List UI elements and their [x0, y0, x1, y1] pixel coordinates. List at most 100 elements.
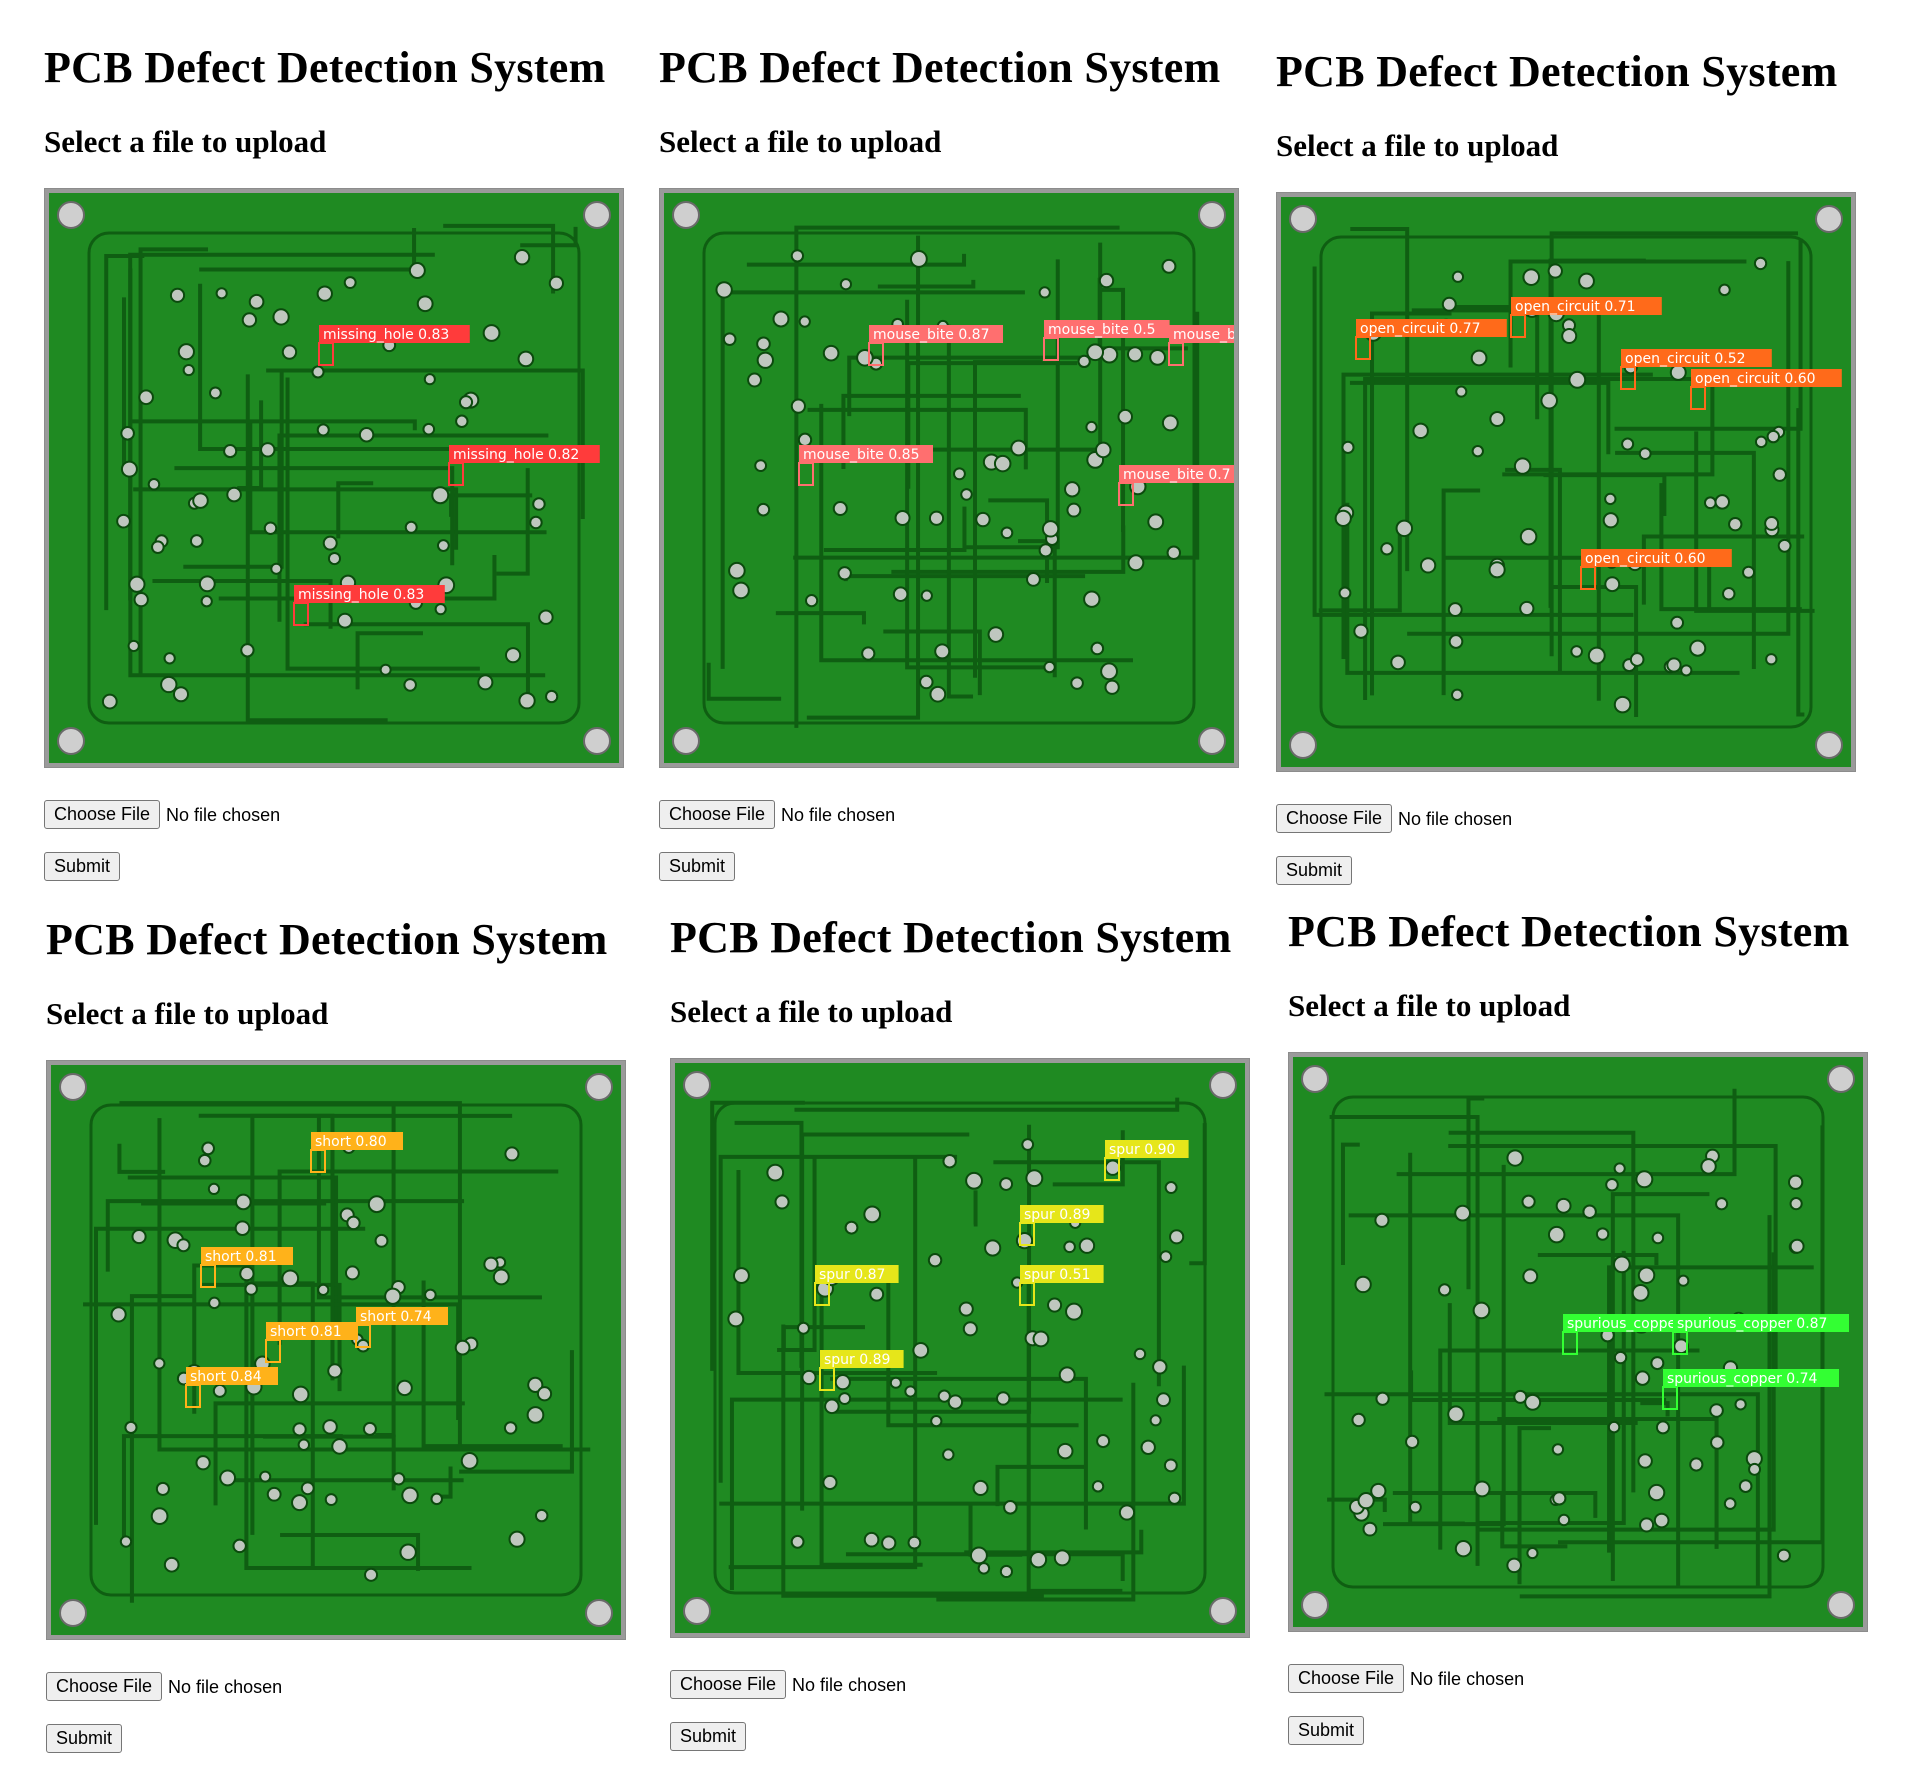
pcb-pad: [504, 647, 522, 664]
pcb-pad: [919, 674, 934, 690]
pcb-pad: [1547, 263, 1563, 279]
pcb-pad: [119, 1535, 133, 1548]
pcb-pad: [1776, 1548, 1791, 1563]
detection-label: missing_hole 0.82: [453, 447, 579, 463]
page-title: PCB Defect Detection System: [1288, 907, 1850, 956]
pcb-pad: [1722, 587, 1736, 601]
submit-button[interactable]: Submit: [1276, 856, 1353, 885]
pcb-pad: [1021, 1138, 1035, 1151]
pcb-pad: [529, 515, 543, 530]
pcb-pad: [331, 1438, 348, 1455]
pcb-pad: [928, 510, 945, 526]
pcb-pad: [1655, 1420, 1670, 1435]
choose-file-button[interactable]: Choose File: [1276, 804, 1393, 833]
pcb-pad: [198, 575, 216, 593]
submit-button[interactable]: Submit: [659, 852, 736, 881]
pcb-pad: [169, 287, 186, 303]
pcb-pad: [1777, 538, 1792, 553]
pcb-pad: [1602, 512, 1619, 529]
pcb-pad: [952, 467, 966, 481]
file-status-text: No file chosen: [168, 1676, 283, 1697]
pcb-pad: [1738, 1479, 1753, 1493]
pcb-board-svg: spurious_copperspurious_copper 0.87 spuri…: [1293, 1057, 1863, 1627]
submit-button[interactable]: Submit: [1288, 1716, 1365, 1745]
pcb-pad: [1587, 646, 1606, 665]
pcb-pad: [1689, 639, 1707, 657]
detection-label: short 0.74: [360, 1309, 432, 1325]
file-input[interactable]: Choose File No file chosen: [44, 800, 280, 829]
file-input[interactable]: Choose File No file chosen: [46, 1672, 282, 1701]
pcb-pad: [958, 1301, 974, 1317]
pcb-pad: [1506, 1149, 1524, 1167]
pcb-pad: [747, 372, 762, 388]
pcb-pad: [1666, 657, 1682, 673]
detection-label: short 0.80: [315, 1134, 387, 1150]
pcb-pad: [804, 594, 819, 608]
detection-label: spurious_copper 0.74: [1667, 1371, 1818, 1387]
submit-button[interactable]: Submit: [46, 1724, 123, 1753]
detection-label: missing_hole 0.83: [298, 587, 424, 603]
pcb-pad: [984, 1239, 1002, 1257]
choose-file-button[interactable]: Choose File: [1288, 1664, 1405, 1693]
pcb-pad: [1161, 414, 1179, 432]
pcb-pad: [127, 639, 140, 653]
pcb-pad: [942, 1154, 957, 1169]
detection-label: open_circuit 0.60: [1585, 551, 1706, 567]
page-title: PCB Defect Detection System: [46, 915, 608, 964]
pcb-pad: [513, 249, 531, 266]
pcb-pad: [260, 442, 276, 458]
pcb-pad: [1506, 1557, 1522, 1574]
pcb-pad: [1334, 509, 1352, 527]
file-status-text: No file chosen: [1398, 808, 1513, 829]
pcb-pad: [962, 1321, 978, 1337]
pcb-pad: [1070, 676, 1084, 690]
pcb-pad: [844, 1220, 859, 1235]
mounting-hole: [57, 201, 85, 229]
pcb-pad: [120, 425, 135, 441]
pcb-pad: [431, 486, 450, 505]
pcb-pad: [124, 1420, 138, 1435]
pcb-pad: [241, 312, 258, 328]
pcb-pad: [182, 363, 195, 377]
pcb-pad: [727, 1310, 745, 1328]
pcb-pad: [239, 1265, 255, 1282]
pcb-pad: [889, 1376, 902, 1389]
pcb-pad: [455, 414, 469, 428]
mounting-hole: [672, 727, 700, 755]
choose-file-button[interactable]: Choose File: [46, 1672, 163, 1701]
file-input[interactable]: Choose File No file chosen: [659, 800, 895, 829]
file-input[interactable]: Choose File No file chosen: [1288, 1664, 1524, 1693]
pcb-pad: [715, 281, 733, 299]
choose-file-button[interactable]: Choose File: [659, 800, 776, 829]
pcb-pad: [1419, 557, 1437, 574]
pcb-pad: [518, 692, 536, 710]
pcb-pad: [1488, 561, 1506, 579]
pcb-pad: [965, 1171, 983, 1190]
mounting-hole: [1301, 1591, 1329, 1619]
pcb-board-svg: mouse_bite 0.87 mouse_bite 0.5 mouse_bimou…: [664, 193, 1234, 763]
detection-label: spur 0.90: [1109, 1142, 1175, 1158]
pcb-pad: [508, 1530, 526, 1548]
pcb-pad: [163, 652, 176, 665]
pcb-pad: [189, 534, 204, 548]
pcb-pad: [403, 678, 417, 692]
choose-file-button[interactable]: Choose File: [670, 1670, 787, 1699]
submit-button[interactable]: Submit: [44, 852, 121, 881]
pcb-pad: [1447, 602, 1463, 617]
submit-button[interactable]: Submit: [670, 1722, 747, 1751]
pcb-pad: [834, 1374, 851, 1391]
pcb-pad: [1754, 435, 1768, 449]
pcb-pad: [1395, 519, 1414, 538]
file-input[interactable]: Choose File No file chosen: [1276, 804, 1512, 833]
pcb-pad: [160, 675, 178, 694]
file-input[interactable]: Choose File No file chosen: [670, 1670, 906, 1699]
pcb-pad: [1063, 1240, 1076, 1254]
pcb-pad: [1513, 457, 1532, 475]
pcb-pad: [1100, 662, 1118, 681]
pcb-pad: [436, 539, 450, 552]
pcb-pad: [797, 432, 813, 448]
pcb-pad: [517, 350, 535, 368]
pcb-pad: [1058, 1366, 1076, 1384]
pcb-pad: [861, 646, 876, 661]
choose-file-button[interactable]: Choose File: [44, 800, 161, 829]
